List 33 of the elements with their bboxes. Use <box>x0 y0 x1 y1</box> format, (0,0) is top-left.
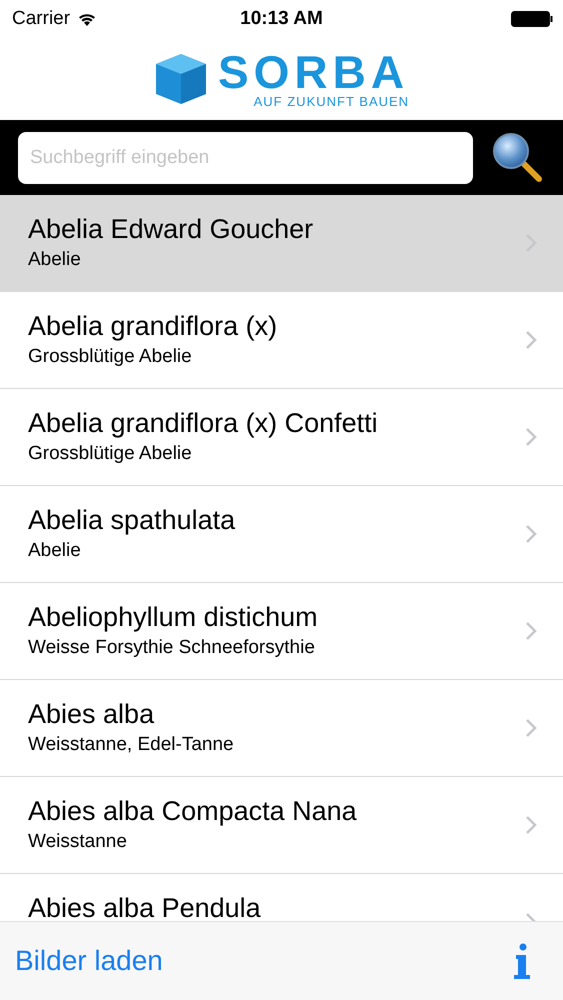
row-title: Abelia grandiflora (x) <box>28 313 278 340</box>
row-subtitle: Grossblütige Abelie <box>28 443 193 465</box>
row-title: Abeliophyllum distichum <box>28 604 318 631</box>
row-title: Abies alba <box>28 701 156 728</box>
chevron-icon <box>525 718 537 738</box>
row-subtitle: Abelie <box>28 249 82 271</box>
chevron-icon <box>525 427 537 447</box>
search-icon[interactable] <box>491 130 545 184</box>
list-row[interactable]: Abelia Edward Goucher Abelie <box>0 195 563 292</box>
row-subtitle: Grossblütige Abelie <box>28 346 193 368</box>
load-images-button[interactable]: Bilder laden <box>15 945 163 977</box>
carrier-label: Carrier <box>12 8 70 30</box>
row-title: Abelia grandiflora (x) Confetti <box>28 410 378 437</box>
row-title: Abelia Edward Goucher <box>28 216 314 243</box>
row-title: Abelia spathulata <box>28 507 236 534</box>
chevron-icon <box>525 524 537 544</box>
status-time: 10:13 AM <box>240 8 323 30</box>
chevron-icon <box>525 815 537 835</box>
chevron-icon <box>525 621 537 641</box>
row-title: Abies alba Compacta Nana <box>28 798 357 825</box>
wifi-icon <box>78 12 96 26</box>
row-subtitle: Weisstanne <box>28 831 128 853</box>
row-subtitle: Abelie <box>28 540 82 562</box>
battery-icon <box>511 11 553 27</box>
search-field[interactable]: Suchbegriff eingeben <box>18 132 473 184</box>
row-title: Abies alba Pendula <box>28 895 261 921</box>
logo-wordmark: SORBA <box>218 50 410 94</box>
row-subtitle: Weisstanne, Edel-Tanne <box>28 734 234 756</box>
cube-icon <box>154 52 208 106</box>
row-subtitle: Weisse Forsythie Schneeforsythie <box>28 637 316 659</box>
chevron-icon <box>525 330 537 350</box>
info-icon[interactable] <box>513 943 531 979</box>
logo-tagline: AUF ZUKUNFT BAUEN <box>254 94 410 108</box>
